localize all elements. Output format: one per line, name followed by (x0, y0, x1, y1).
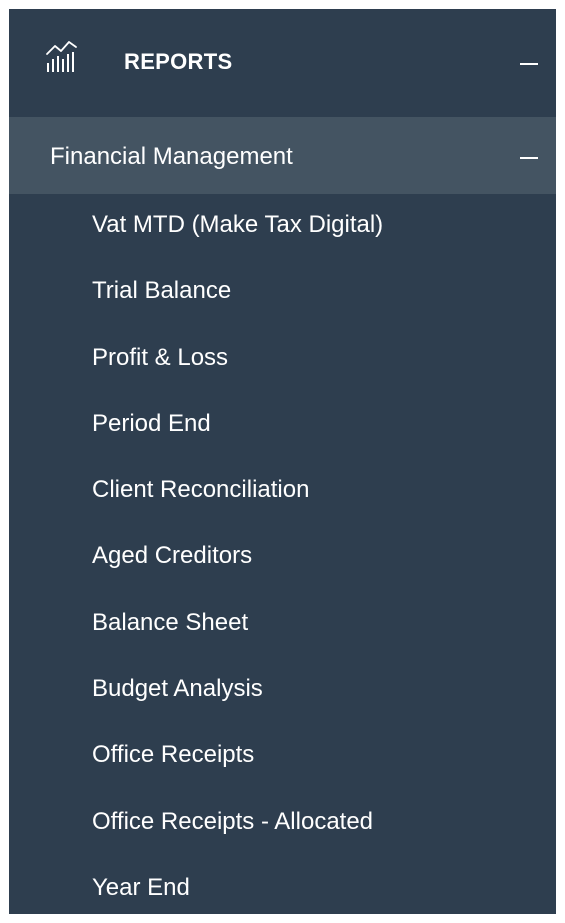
menu-item-label: Office Receipts - Allocated (92, 807, 374, 835)
menu-item-label: Client Reconciliation (92, 476, 310, 504)
menu-item-profit-loss[interactable]: Profit & Loss (9, 327, 556, 393)
menu-item-office-receipts-allocated[interactable]: Office Receipts - Allocated (9, 791, 556, 857)
financial-management-group[interactable]: Financial Management (9, 117, 556, 194)
reports-section-title: REPORTS (124, 49, 233, 74)
financial-management-title: Financial Management (50, 143, 293, 170)
menu-item-label: Profit & Loss (92, 343, 229, 371)
menu-item-budget-analysis[interactable]: Budget Analysis (9, 658, 556, 724)
menu-item-label: Year End (92, 873, 190, 901)
menu-item-vat-mtd[interactable]: Vat MTD (Make Tax Digital) (9, 194, 556, 260)
menu-item-balance-sheet[interactable]: Balance Sheet (9, 592, 556, 658)
menu-item-label: Vat MTD (Make Tax Digital) (92, 211, 384, 238)
menu-item-label: Period End (92, 409, 211, 437)
menu-item-label: Office Receipts (92, 741, 255, 769)
menu-item-year-end[interactable]: Year End (9, 857, 556, 923)
menu-item-aged-creditors[interactable]: Aged Creditors (9, 525, 556, 591)
menu-item-period-end[interactable]: Period End (9, 393, 556, 459)
analytics-chart-icon (46, 41, 77, 72)
menu-item-trial-balance[interactable]: Trial Balance (9, 260, 556, 326)
report-menu-list: Vat MTD (Make Tax Digital) Trial Balance… (9, 194, 556, 923)
menu-item-label: Aged Creditors (92, 542, 253, 570)
minus-icon[interactable] (520, 157, 538, 159)
menu-item-label: Balance Sheet (92, 608, 249, 636)
menu-item-client-reconciliation[interactable]: Client Reconciliation (9, 459, 556, 525)
minus-icon[interactable] (520, 63, 538, 65)
menu-item-label: Trial Balance (92, 277, 232, 305)
menu-item-office-receipts[interactable]: Office Receipts (9, 724, 556, 790)
sidebar: REPORTS Financial Management Vat MTD (Ma… (9, 9, 556, 914)
reports-section-header[interactable]: REPORTS (9, 9, 556, 117)
menu-item-label: Budget Analysis (92, 675, 263, 703)
